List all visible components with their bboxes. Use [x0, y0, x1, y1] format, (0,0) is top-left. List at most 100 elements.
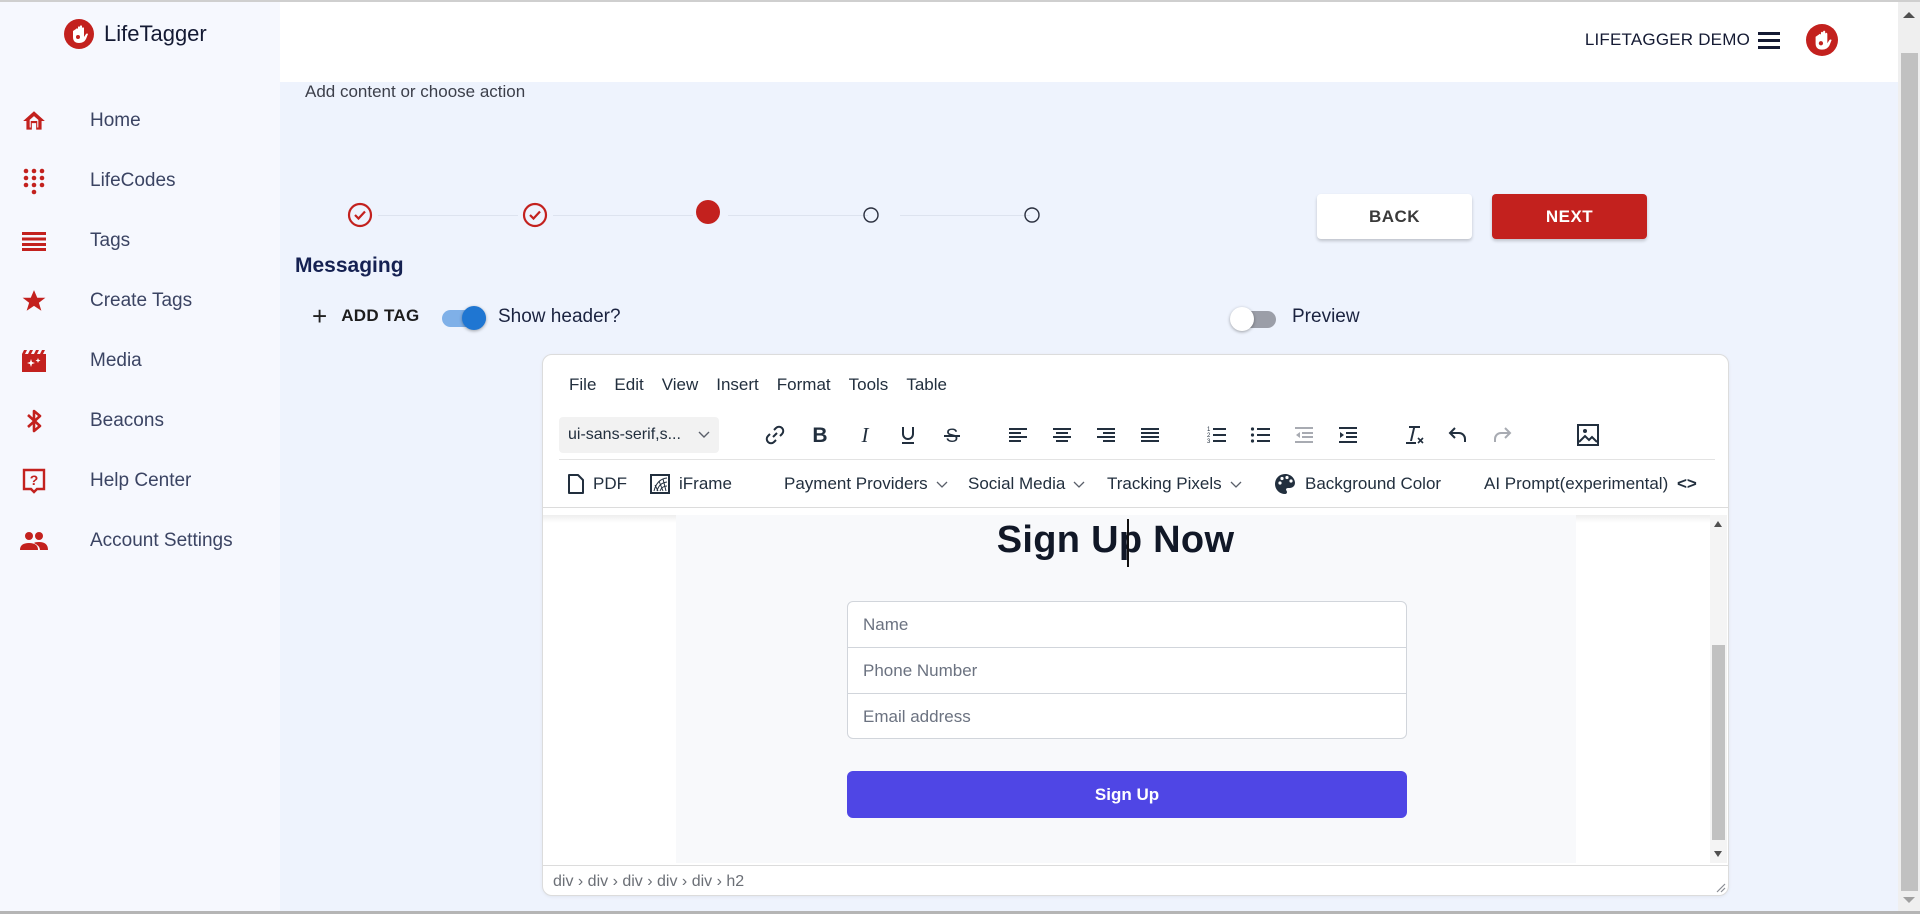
- undo-button[interactable]: [1442, 420, 1474, 450]
- menu-format[interactable]: Format: [768, 375, 840, 395]
- editor-scrollbar[interactable]: [1710, 515, 1727, 863]
- editor-menubar: File Edit View Insert Format Tools Table: [569, 375, 956, 395]
- scrollbar-thumb[interactable]: [1901, 53, 1918, 891]
- redo-button[interactable]: [1486, 420, 1518, 450]
- bullet-list-button[interactable]: [1244, 420, 1276, 450]
- page-scrollbar[interactable]: [1898, 2, 1920, 911]
- element-path[interactable]: div › div › div › div › div › h2: [553, 873, 744, 891]
- align-right-button[interactable]: [1090, 420, 1122, 450]
- indent-icon: [1339, 427, 1357, 443]
- insert-image-button[interactable]: [1572, 420, 1604, 450]
- svg-text:?: ?: [30, 472, 39, 488]
- top-header: LIFETAGGER DEMO: [280, 2, 1898, 82]
- sidebar-item-label: Account Settings: [90, 530, 233, 551]
- add-tag-button[interactable]: + ADD TAG: [312, 303, 419, 329]
- signup-heading[interactable]: Sign Up Now: [543, 519, 1688, 562]
- ai-prompt-button[interactable]: AI Prompt(experimental): [1484, 466, 1668, 502]
- resize-handle-icon[interactable]: [1714, 881, 1726, 893]
- background-color-button[interactable]: Background Color: [1273, 466, 1441, 502]
- indent-button[interactable]: [1332, 420, 1364, 450]
- show-header-toggle[interactable]: [440, 303, 488, 331]
- scroll-up-arrow-icon[interactable]: [1714, 521, 1722, 527]
- justify-button[interactable]: [1134, 420, 1166, 450]
- step-1-completed[interactable]: [346, 201, 374, 229]
- underline-button[interactable]: [892, 420, 924, 450]
- align-left-button[interactable]: [1002, 420, 1034, 450]
- payment-providers-label: Payment Providers: [784, 474, 928, 493]
- link-button[interactable]: [759, 420, 791, 450]
- pdf-label: PDF: [593, 474, 627, 493]
- section-title: Messaging: [295, 254, 404, 277]
- scroll-down-arrow-icon[interactable]: [1903, 897, 1915, 903]
- menu-edit[interactable]: Edit: [605, 375, 652, 395]
- back-button[interactable]: BACK: [1317, 194, 1472, 239]
- sidebar-item-media[interactable]: Media: [0, 337, 280, 385]
- step-3-active[interactable]: [694, 198, 722, 226]
- show-header-label: Show header?: [498, 306, 621, 327]
- strikethrough-button[interactable]: S: [936, 420, 968, 450]
- editor-content-area[interactable]: Sign Up Now Name Phone Number Email addr…: [543, 515, 1728, 863]
- numbered-list-button[interactable]: 123: [1200, 420, 1232, 450]
- step-connector: [553, 215, 693, 216]
- editor-toolbar-formatting: ui-sans-serif,s... B I S 12 3: [559, 417, 1719, 453]
- step-connector: [900, 215, 1030, 216]
- source-code-button[interactable]: <>: [1677, 466, 1697, 502]
- social-media-label: Social Media: [968, 474, 1066, 493]
- tracking-pixels-dropdown[interactable]: Tracking Pixels: [1107, 466, 1242, 502]
- email-field[interactable]: Email address: [848, 694, 1406, 738]
- hamburger-menu-icon[interactable]: [1758, 28, 1782, 52]
- outdent-button[interactable]: [1288, 420, 1320, 450]
- align-center-button[interactable]: [1046, 420, 1078, 450]
- menu-insert[interactable]: Insert: [707, 375, 768, 395]
- sidebar-item-create-tags[interactable]: Create Tags: [0, 277, 280, 325]
- redo-icon: [1494, 427, 1512, 442]
- scrollbar-thumb[interactable]: [1712, 645, 1725, 840]
- help-icon: ?: [20, 467, 48, 495]
- chevron-down-icon: [698, 431, 710, 438]
- sidebar-item-tags[interactable]: Tags: [0, 217, 280, 265]
- pdf-button[interactable]: PDF: [567, 466, 627, 502]
- step-2-completed[interactable]: [521, 201, 549, 229]
- sidebar-item-account-settings[interactable]: Account Settings: [0, 517, 280, 565]
- menu-view[interactable]: View: [653, 375, 708, 395]
- menu-tools[interactable]: Tools: [840, 375, 898, 395]
- step-4-pending[interactable]: [857, 201, 885, 229]
- empty-circle-icon: [863, 207, 879, 223]
- italic-button[interactable]: I: [849, 420, 881, 450]
- iframe-button[interactable]: iFrame: [649, 466, 732, 502]
- scroll-down-arrow-icon[interactable]: [1714, 851, 1722, 857]
- stepper: [340, 200, 1060, 232]
- payment-providers-dropdown[interactable]: Payment Providers: [784, 466, 948, 502]
- clear-formatting-button[interactable]: [1398, 420, 1430, 450]
- sidebar-item-home[interactable]: Home: [0, 97, 280, 145]
- bold-button[interactable]: B: [804, 420, 836, 450]
- check-circle-icon: [522, 202, 548, 228]
- name-field[interactable]: Name: [848, 602, 1406, 648]
- signup-button[interactable]: Sign Up: [847, 771, 1407, 818]
- numbered-list-icon: 123: [1207, 427, 1226, 445]
- background-color-label: Background Color: [1305, 474, 1442, 493]
- phone-field[interactable]: Phone Number: [848, 648, 1406, 694]
- chevron-down-icon: [1230, 481, 1242, 488]
- file-icon: [568, 474, 584, 494]
- preview-toggle[interactable]: [1230, 304, 1278, 332]
- sidebar-item-help-center[interactable]: ? Help Center: [0, 457, 280, 505]
- toggle-knob: [462, 306, 486, 330]
- brand[interactable]: LifeTagger: [64, 19, 207, 49]
- clear-formatting-icon: [1406, 426, 1424, 444]
- menu-file[interactable]: File: [569, 375, 605, 395]
- justify-icon: [1141, 428, 1159, 442]
- step-5-pending[interactable]: [1018, 201, 1046, 229]
- social-media-dropdown[interactable]: Social Media: [968, 466, 1085, 502]
- sidebar-item-label: Home: [90, 110, 141, 131]
- avatar[interactable]: [1806, 24, 1838, 56]
- sidebar-item-beacons[interactable]: Beacons: [0, 397, 280, 445]
- bullet-list-icon: [1250, 427, 1270, 443]
- chevron-down-icon: [936, 481, 948, 488]
- menu-table[interactable]: Table: [897, 375, 956, 395]
- font-family-select[interactable]: ui-sans-serif,s...: [559, 417, 719, 453]
- next-button[interactable]: NEXT: [1492, 194, 1647, 239]
- editor-toolbar-insert: PDF iFrame Payment Providers Social Medi…: [559, 466, 1719, 502]
- scroll-up-arrow-icon[interactable]: [1903, 12, 1915, 18]
- sidebar-item-lifecodes[interactable]: LifeCodes: [0, 157, 280, 205]
